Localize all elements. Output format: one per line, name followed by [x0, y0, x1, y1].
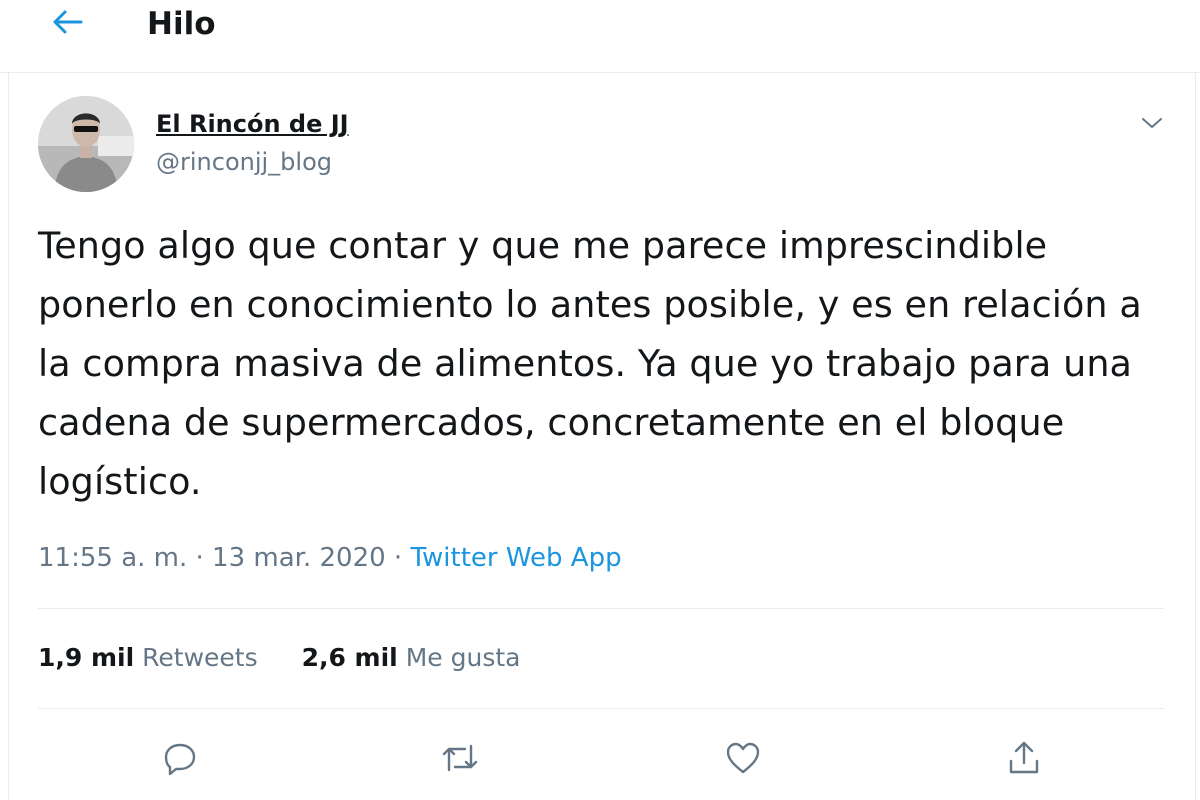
tweet-text: Tengo algo que contar y que me parece im…	[38, 224, 1142, 503]
likes-stat[interactable]: 2,6 mil Me gusta	[302, 643, 521, 672]
share-icon	[1009, 741, 1039, 774]
likes-label: Me gusta	[405, 643, 521, 672]
tweet-stats: 1,9 mil Retweets 2,6 mil Me gusta	[38, 640, 556, 676]
divider	[38, 608, 1164, 609]
page-header: Hilo	[0, 0, 1200, 73]
tweet-time[interactable]: 11:55 a. m.	[38, 543, 187, 573]
avatar[interactable]	[38, 96, 134, 192]
back-button[interactable]	[44, 2, 92, 42]
more-options-button[interactable]	[1134, 108, 1170, 138]
meta-separator: ·	[393, 543, 403, 573]
page-title: Hilo	[147, 6, 216, 42]
likes-count: 2,6 mil	[301, 643, 398, 672]
heart-icon	[726, 742, 760, 774]
retweets-label: Retweets	[142, 643, 258, 672]
retweet-icon	[442, 744, 478, 772]
tweet-source-link[interactable]: Twitter Web App	[410, 543, 621, 573]
author-handle[interactable]: @rinconjj_blog	[156, 146, 332, 178]
avatar-photo	[38, 96, 134, 192]
tweet-meta: 11:55 a. m. · 13 mar. 2020 · Twitter Web…	[38, 540, 622, 576]
tweet-actions	[0, 730, 1200, 790]
retweets-count: 1,9 mil	[38, 643, 135, 672]
reply-button[interactable]	[150, 730, 210, 786]
like-button[interactable]	[713, 730, 773, 786]
arrow-left-icon	[53, 10, 83, 34]
retweet-button[interactable]	[430, 730, 490, 786]
divider	[38, 708, 1164, 709]
tweet-date[interactable]: 13 mar. 2020	[212, 543, 386, 573]
chevron-down-icon	[1142, 118, 1162, 128]
meta-separator: ·	[195, 543, 204, 573]
retweets-stat[interactable]: 1,9 mil Retweets	[38, 643, 258, 672]
author-display-name[interactable]: El Rincón de JJ	[156, 108, 349, 140]
reply-icon	[164, 743, 196, 776]
share-button[interactable]	[994, 730, 1054, 786]
